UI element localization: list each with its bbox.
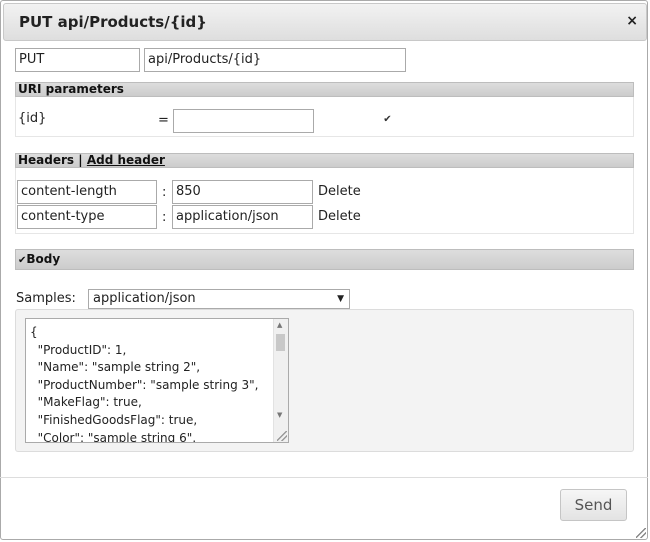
dialog-titlebar[interactable]: PUT api/Products/{id} × <box>3 3 647 41</box>
body-content: { "ProductID": 1, "Name": "sample string… <box>30 325 259 443</box>
uri-parameters-panel <box>15 97 634 137</box>
body-title: Body <box>26 252 61 266</box>
textarea-scrollbar[interactable]: ▲ ▼ <box>273 319 288 442</box>
uri-parameters-header: URI parameters <box>15 82 634 97</box>
samples-label: Samples: <box>16 291 76 306</box>
param-name-id: {id} <box>18 111 47 126</box>
resize-grip-icon[interactable] <box>277 431 287 441</box>
header-delete-button[interactable]: Delete <box>318 209 361 224</box>
header-colon: : <box>162 210 167 225</box>
header-delete-button[interactable]: Delete <box>318 184 361 199</box>
close-icon[interactable]: × <box>626 13 638 29</box>
uri-input[interactable]: api/Products/{id} <box>144 48 406 72</box>
scroll-down-icon[interactable]: ▼ <box>277 411 282 419</box>
footer-divider <box>0 477 648 478</box>
header-value-input[interactable]: application/json <box>172 205 313 229</box>
headers-title: Headers <box>18 153 75 167</box>
param-enabled-checkbox[interactable]: ✔ <box>383 115 392 125</box>
header-name-input[interactable]: content-length <box>17 180 157 204</box>
uri-parameters-title: URI parameters <box>18 82 124 96</box>
body-section-header[interactable]: ✔Body <box>15 249 634 270</box>
headers-section-header: Headers | Add header <box>15 153 634 168</box>
add-header-link[interactable]: Add header <box>87 153 165 167</box>
header-value-input[interactable]: 850 <box>172 180 313 204</box>
request-dialog: PUT api/Products/{id} × <box>0 0 648 540</box>
dialog-resize-icon[interactable] <box>636 528 646 538</box>
send-button[interactable]: Send <box>560 489 627 521</box>
body-textarea[interactable]: { "ProductID": 1, "Name": "sample string… <box>25 318 289 443</box>
dialog-title: PUT api/Products/{id} <box>19 13 207 31</box>
method-input[interactable]: PUT <box>15 48 140 72</box>
samples-select[interactable]: application/json ▼ <box>88 289 350 309</box>
headers-separator: | <box>78 153 83 167</box>
samples-selected-value: application/json <box>93 291 196 306</box>
scroll-up-icon[interactable]: ▲ <box>277 321 282 329</box>
param-equals: = <box>158 113 169 128</box>
param-value-input-id[interactable] <box>173 109 314 133</box>
header-name-input[interactable]: content-type <box>17 205 157 229</box>
header-colon: : <box>162 185 167 200</box>
chevron-down-icon: ▼ <box>337 294 344 304</box>
scrollbar-thumb[interactable] <box>276 334 285 351</box>
